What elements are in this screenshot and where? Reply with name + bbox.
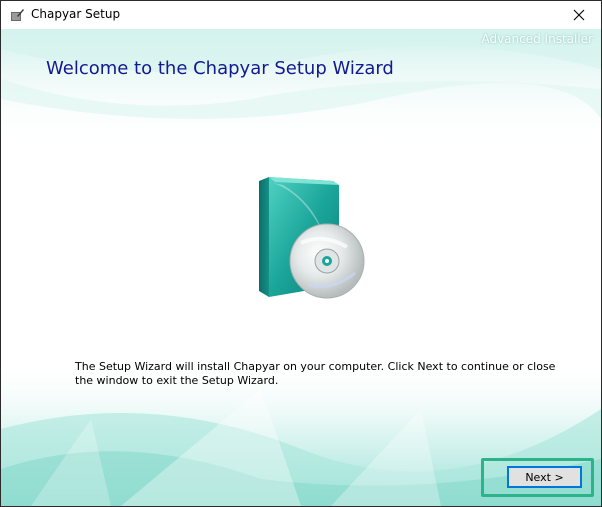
title-bar[interactable]: Chapyar Setup (1, 1, 601, 29)
close-button[interactable] (557, 1, 601, 29)
brand-label: Advanced Installer (481, 32, 593, 46)
setup-app-icon (11, 9, 24, 21)
window-title: Chapyar Setup (31, 7, 121, 21)
wizard-message: The Setup Wizard will install Chapyar on… (75, 360, 556, 387)
page-title: Welcome to the Chapyar Setup Wizard (46, 58, 394, 79)
software-box-cd-icon (259, 177, 365, 299)
setup-window: Chapyar Setup Advanced Installer Welcome… (0, 0, 602, 507)
close-icon (573, 9, 585, 21)
next-button[interactable]: Next > (507, 466, 582, 488)
